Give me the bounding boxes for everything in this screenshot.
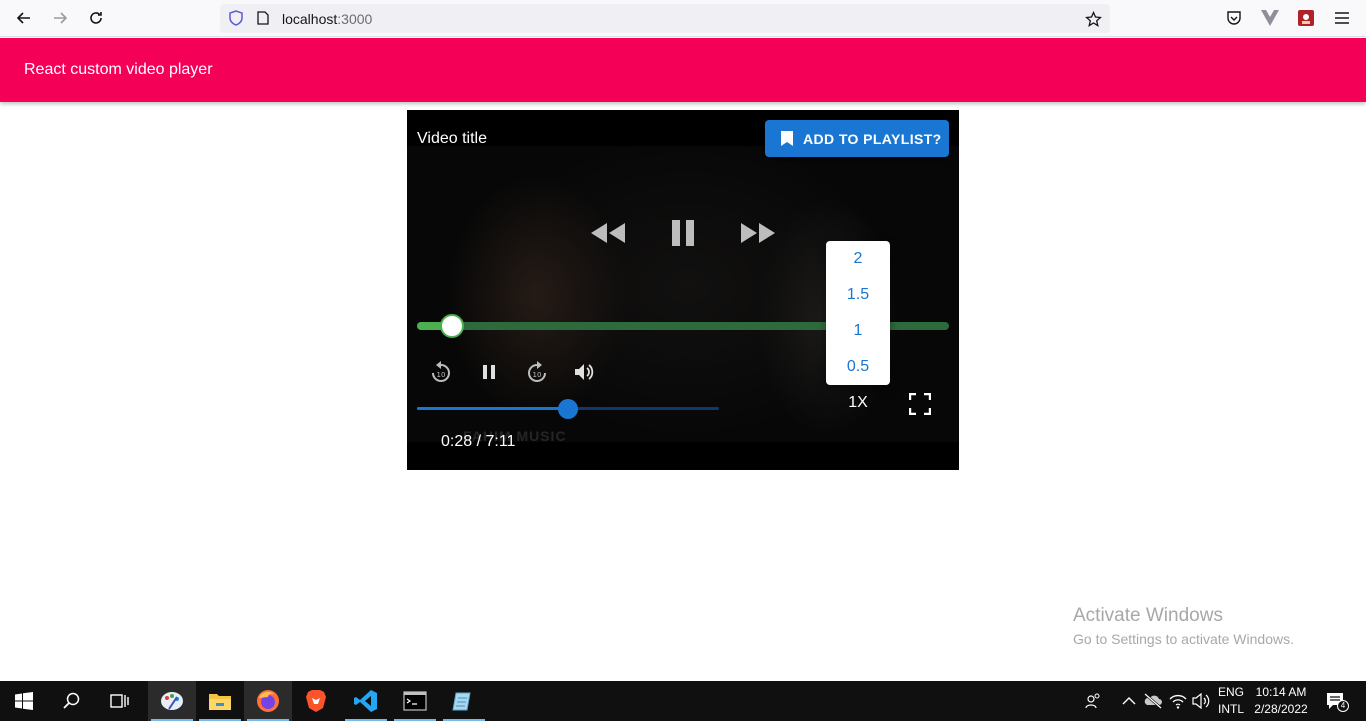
url-text: localhost:3000 [282,11,373,27]
notepad-icon [452,692,471,711]
volume-thumb[interactable] [558,399,578,419]
action-center-button[interactable]: 4 [1325,691,1349,712]
menu-icon[interactable] [1333,9,1351,27]
firefox-icon [257,690,279,712]
taskbar-app-brave[interactable] [292,681,340,721]
volume-fill [417,407,568,410]
fast-forward-icon [741,223,775,243]
svg-text:10: 10 [533,371,542,379]
volume-slider[interactable] [417,399,719,419]
clock-time: 10:14 AM [1255,685,1307,699]
vue-devtools-icon[interactable] [1261,9,1279,27]
browser-toolbar: localhost:3000 [0,0,1366,37]
forward-arrow-icon [54,12,68,24]
forward-10-icon: 10 [528,361,546,382]
notification-count: 4 [1337,700,1349,712]
activate-windows-watermark: Activate Windows Go to Settings to activ… [1073,605,1294,647]
forward-button[interactable] [47,6,73,30]
taskbar-app-vscode[interactable] [342,681,390,721]
pause-icon [483,365,495,379]
activate-windows-title: Activate Windows [1073,605,1223,626]
onedrive-offline-icon[interactable] [1143,691,1163,711]
brave-icon [306,690,326,712]
page-icon [256,11,270,25]
windows-taskbar: ENG INTL 10:14 AM 2/28/2022 4 [0,681,1366,721]
speaker-icon[interactable] [1191,691,1211,711]
reload-button[interactable] [83,6,109,30]
rewind-button[interactable] [588,215,628,251]
progress-thumb[interactable] [440,314,465,338]
extension-icon[interactable] [1297,9,1315,27]
file-explorer-icon [209,694,231,710]
taskbar-app-file-explorer[interactable] [196,681,244,721]
playback-speed-menu: 2 1.5 1 0.5 [826,241,890,385]
wifi-icon[interactable] [1168,691,1188,711]
taskbar-app-terminal[interactable] [391,681,439,721]
fullscreen-button[interactable] [907,391,933,417]
search-icon [63,692,80,709]
replay-10-button[interactable]: 10 [427,358,455,386]
taskbar-app-paint[interactable] [148,681,196,721]
reload-icon [90,12,102,24]
speed-option[interactable]: 0.5 [826,349,890,385]
chevron-up-icon[interactable] [1119,691,1139,711]
pause-button[interactable] [663,215,703,251]
input-language[interactable]: ENG INTL [1214,684,1248,718]
task-view-icon [110,694,129,708]
paint-icon [161,692,183,710]
clock-date: 2/28/2022 [1254,702,1308,716]
terminal-icon [403,691,427,711]
back-arrow-icon [16,12,30,24]
app-title: React custom video player [24,61,213,78]
pause-icon [672,220,694,246]
pocket-icon[interactable] [1225,9,1243,27]
app-bar: React custom video player [0,38,1366,102]
fast-rewind-icon [591,223,625,243]
task-view-button[interactable] [96,681,144,721]
people-icon[interactable] [1083,691,1103,711]
fullscreen-icon [909,393,931,415]
shield-icon[interactable] [228,10,244,26]
taskbar-app-firefox[interactable] [244,681,292,721]
activate-windows-subtitle: Go to Settings to activate Windows. [1073,631,1294,647]
speed-option[interactable]: 1 [826,313,890,349]
playback-speed-button[interactable]: 1X [844,394,872,412]
bookmark-star-icon[interactable] [1084,10,1102,28]
speed-option[interactable]: 2 [826,241,890,277]
clock[interactable]: 10:14 AM 2/28/2022 [1250,684,1312,718]
time-display: 0:28 / 7:11 [441,433,516,450]
small-pause-button[interactable] [475,358,503,386]
keyboard-layout-label: INTL [1217,702,1244,716]
search-button[interactable] [48,681,96,721]
start-button[interactable] [0,681,48,721]
svg-text:10: 10 [437,371,446,379]
back-button[interactable] [11,6,37,30]
windows-logo-icon [15,692,33,710]
volume-button[interactable] [571,358,599,386]
add-to-playlist-button[interactable]: ADD TO PLAYLIST? [765,120,949,157]
video-player[interactable]: Video title ADD TO PLAYLIST? 10 10 FAHIM… [407,110,959,470]
fast-forward-button[interactable] [738,215,778,251]
taskbar-app-notepad[interactable] [440,681,488,721]
replay-10-icon: 10 [432,361,450,382]
speed-option[interactable]: 1.5 [826,277,890,313]
volume-up-icon [575,364,594,380]
forward-10-button[interactable]: 10 [523,358,551,386]
language-label: ENG [1217,685,1244,699]
url-bar[interactable]: localhost:3000 [220,4,1110,33]
bookmark-icon [781,131,793,146]
vscode-icon [354,690,377,712]
add-to-playlist-label: ADD TO PLAYLIST? [803,130,942,147]
video-title: Video title [417,130,487,147]
